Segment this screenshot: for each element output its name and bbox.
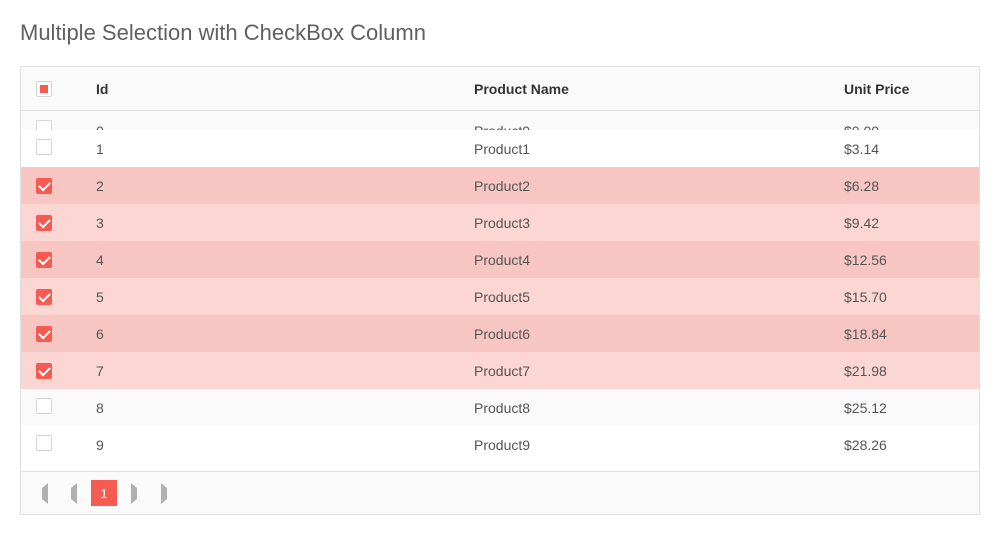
cell-unit-price: $21.98 [829, 363, 979, 379]
table-row[interactable]: 6 Product6 $18.84 [21, 315, 979, 352]
cell-product-name: Product0 [459, 123, 829, 130]
table-row[interactable]: 4 Product4 $12.56 [21, 241, 979, 278]
select-all-checkbox[interactable] [36, 81, 52, 97]
column-header-id[interactable]: Id [81, 81, 459, 97]
cell-product-name: Product5 [459, 289, 829, 305]
cell-id: 0 [81, 123, 459, 130]
row-select-checkbox[interactable] [36, 178, 52, 194]
chevron-right-icon [131, 488, 137, 499]
chevron-left-icon [71, 488, 77, 499]
table-row[interactable]: 3 Product3 $9.42 [21, 204, 979, 241]
cell-id: 4 [81, 252, 459, 268]
row-select-checkbox[interactable] [36, 326, 52, 342]
cell-product-name: Product2 [459, 178, 829, 194]
cell-unit-price: $28.26 [829, 437, 979, 453]
chevron-right-icon [161, 488, 167, 499]
grid-header-row: Id Product Name Unit Price [21, 67, 979, 111]
cell-product-name: Product8 [459, 400, 829, 416]
row-select-checkbox[interactable] [36, 215, 52, 231]
column-header-unit-price[interactable]: Unit Price [829, 81, 979, 97]
data-grid: Id Product Name Unit Price 0 Product0 $0… [20, 66, 980, 515]
pager: 1 [21, 471, 979, 514]
row-select-checkbox[interactable] [36, 435, 52, 451]
table-row[interactable]: 2 Product2 $6.28 [21, 167, 979, 204]
cell-product-name: Product7 [459, 363, 829, 379]
row-select-checkbox[interactable] [36, 252, 52, 268]
cell-product-name: Product4 [459, 252, 829, 268]
pager-last-button[interactable] [151, 480, 177, 506]
cell-id: 7 [81, 363, 459, 379]
row-select-checkbox[interactable] [36, 363, 52, 379]
cell-unit-price: $15.70 [829, 289, 979, 305]
pager-next-button[interactable] [121, 480, 147, 506]
table-row[interactable]: 0 Product0 $0.00 [21, 111, 979, 130]
cell-unit-price: $18.84 [829, 326, 979, 342]
cell-unit-price: $12.56 [829, 252, 979, 268]
grid-body[interactable]: 0 Product0 $0.00 1 Product1 $3.14 2 Prod… [21, 111, 979, 471]
cell-id: 2 [81, 178, 459, 194]
cell-unit-price: $0.00 [829, 123, 979, 130]
pager-first-button[interactable] [31, 480, 57, 506]
pager-page-1-button[interactable]: 1 [91, 480, 117, 506]
table-row[interactable]: 5 Product5 $15.70 [21, 278, 979, 315]
cell-product-name: Product1 [459, 141, 829, 157]
cell-id: 9 [81, 437, 459, 453]
table-row[interactable]: 7 Product7 $21.98 [21, 352, 979, 389]
table-row[interactable]: 8 Product8 $25.12 [21, 389, 979, 426]
column-header-product-name[interactable]: Product Name [459, 81, 829, 97]
page-title: Multiple Selection with CheckBox Column [20, 20, 976, 46]
row-select-checkbox[interactable] [36, 139, 52, 155]
table-row[interactable]: 1 Product1 $3.14 [21, 130, 979, 167]
cell-product-name: Product3 [459, 215, 829, 231]
cell-id: 5 [81, 289, 459, 305]
cell-product-name: Product6 [459, 326, 829, 342]
row-select-checkbox[interactable] [36, 398, 52, 414]
pager-prev-button[interactable] [61, 480, 87, 506]
cell-id: 3 [81, 215, 459, 231]
cell-id: 8 [81, 400, 459, 416]
row-select-checkbox[interactable] [36, 120, 52, 130]
cell-id: 1 [81, 141, 459, 157]
table-row[interactable]: 9 Product9 $28.26 [21, 426, 979, 463]
cell-unit-price: $9.42 [829, 215, 979, 231]
cell-product-name: Product9 [459, 437, 829, 453]
cell-id: 6 [81, 326, 459, 342]
cell-unit-price: $6.28 [829, 178, 979, 194]
cell-unit-price: $3.14 [829, 141, 979, 157]
chevron-left-icon [42, 488, 48, 499]
select-all-header-cell [21, 80, 81, 97]
row-select-checkbox[interactable] [36, 289, 52, 305]
cell-unit-price: $25.12 [829, 400, 979, 416]
